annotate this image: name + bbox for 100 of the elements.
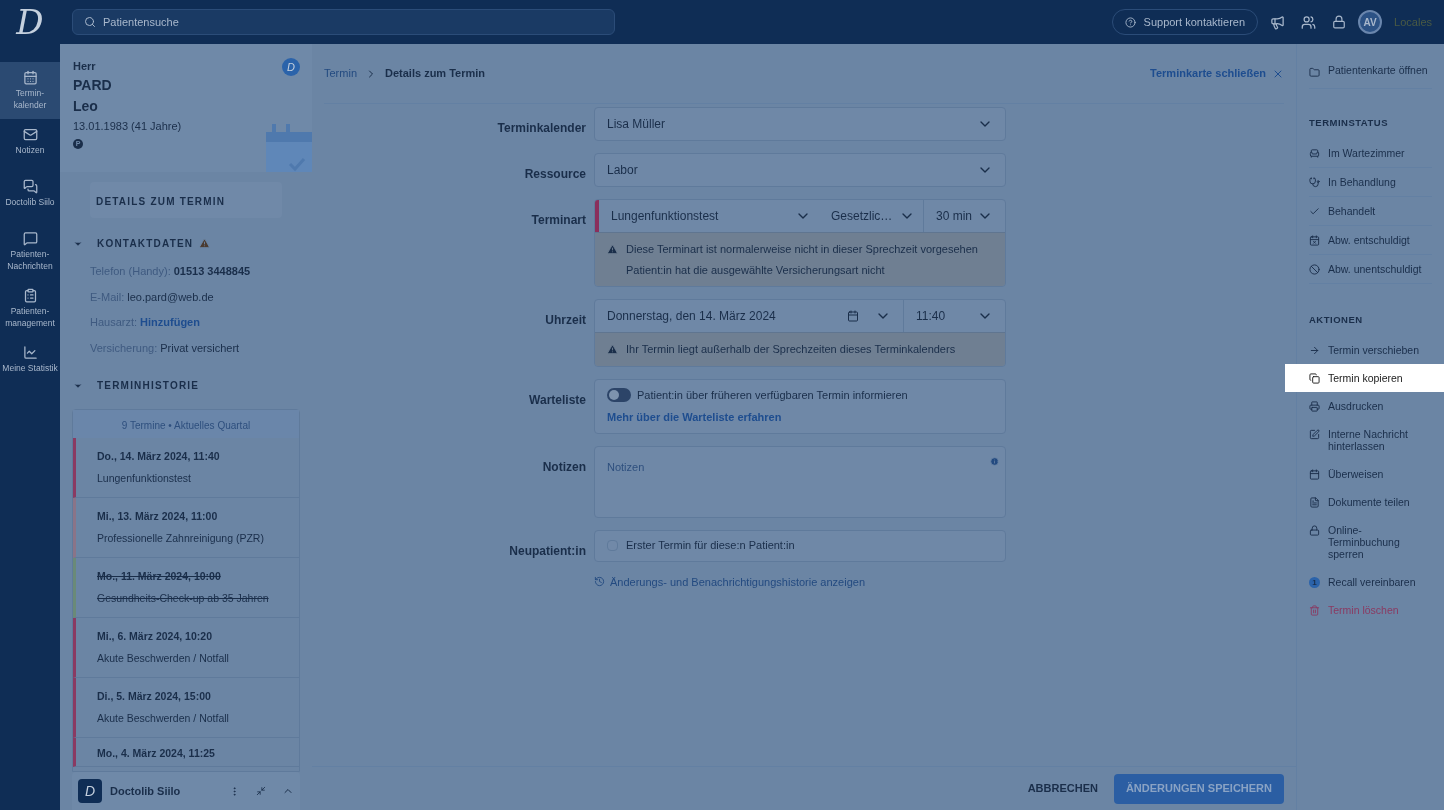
- siilo-bar[interactable]: D Doctolib Siilo: [72, 772, 300, 810]
- contact-value: Privat versichert: [160, 340, 240, 356]
- notes-field[interactable]: Notizen: [595, 446, 1005, 517]
- search-field[interactable]: Patientensuche: [72, 9, 615, 35]
- field-label: Uhrzeit: [545, 313, 586, 327]
- history-link[interactable]: Änderungs- und Benachrichtigungshistorie anzeigen: [594, 573, 865, 590]
- history-entry[interactable]: Mo., 4. März 2024, 11:25: [73, 738, 299, 767]
- info-icon: [990, 456, 999, 466]
- nav-item[interactable]: Patienten- management: [0, 280, 60, 337]
- users-icon[interactable]: [1301, 14, 1317, 30]
- waitlist-text: Patient:in über früheren verfügbaren Termin informieren: [637, 387, 908, 403]
- calendar-icon: [22, 70, 38, 85]
- calendar-icon: [1309, 469, 1320, 480]
- patient-first-name: Leo: [73, 96, 98, 116]
- history-entry[interactable]: Mi., 6. März 2024, 10:20 Akute Beschwerden / Notfall: [73, 618, 299, 678]
- cancel-button[interactable]: ABBRECHEN: [1027, 780, 1098, 797]
- action-item[interactable]: Überweisen: [1297, 460, 1444, 488]
- speech-bubble-icon: [22, 231, 38, 246]
- field-label: Neupatient:in: [509, 543, 586, 558]
- history-entry[interactable]: Mi., 13. März 2024, 11:00 Professionelle Zahnreinigung (PZR): [73, 498, 299, 558]
- patient-salutation: Herr: [73, 59, 96, 74]
- new-patient-text: Erster Termin für diese:n Patient:in: [626, 538, 795, 554]
- line-chart-icon: [22, 345, 38, 360]
- status-action[interactable]: Abw. unentschuldigt: [1309, 255, 1432, 284]
- status-action[interactable]: Abw. entschuldigt: [1309, 226, 1432, 255]
- count-badge: 1: [1309, 577, 1320, 588]
- waitlist-toggle[interactable]: [607, 387, 631, 402]
- history-entry[interactable]: Mo., 11. März 2024, 10:00 Gesundheits-Check-up ab 35 Jahren: [73, 558, 299, 618]
- resource-select[interactable]: Labor: [595, 154, 1005, 186]
- locales-link[interactable]: Locales: [1394, 13, 1432, 31]
- nav-item[interactable]: Doctolib Siilo: [0, 171, 60, 223]
- status-action[interactable]: Im Wartezimmer: [1309, 139, 1432, 168]
- copy-icon: [1309, 373, 1320, 384]
- edit-icon: [1309, 429, 1320, 440]
- appointment-type-select[interactable]: Lungenfunktionstest: [599, 200, 823, 232]
- printer-icon: [1309, 401, 1320, 412]
- minimize-icon[interactable]: [256, 786, 266, 796]
- calendar-icon: [847, 310, 859, 322]
- app-logo: D: [16, 5, 44, 39]
- action-item[interactable]: Ausdrucken: [1297, 392, 1444, 420]
- siilo-logo-icon: D: [78, 779, 102, 803]
- warning-text: Diese Terminart ist normalerweise nicht in dieser Sprechzeit vorgesehen: [626, 242, 978, 257]
- action-item[interactable]: Online-Terminbuchung sperren: [1297, 516, 1444, 568]
- megaphone-icon[interactable]: [1270, 14, 1286, 30]
- warning-icon: [199, 238, 211, 249]
- calendar-x-icon: [1309, 235, 1320, 246]
- close-card-link[interactable]: Terminkarte schließen: [1150, 65, 1284, 82]
- section-title: TERMINSTATUS: [1309, 117, 1388, 128]
- calendar-select[interactable]: Lisa Müller: [595, 108, 1005, 140]
- checkmark-icon: [1309, 206, 1320, 217]
- arrow-right-icon: [1309, 345, 1320, 356]
- action-item[interactable]: Interne Nachricht hinterlassen: [1297, 420, 1444, 460]
- envelope-icon: [22, 127, 38, 142]
- add-link[interactable]: Hinzufügen: [140, 314, 200, 331]
- clipboard-icon: [22, 288, 38, 303]
- field-label: Warteliste: [529, 392, 586, 407]
- insurance-select[interactable]: Gesetzlic…: [823, 200, 923, 232]
- status-action[interactable]: Behandelt: [1309, 197, 1432, 226]
- date-picker[interactable]: Donnerstag, den 14. März 2024: [595, 300, 903, 332]
- user-avatar[interactable]: AV: [1358, 10, 1383, 34]
- history-entry[interactable]: Do., 14. März 2024, 11:40 Lungenfunktionstest: [73, 438, 299, 498]
- history-entry[interactable]: Di., 5. März 2024, 15:00 Akute Beschwerden / Notfall: [73, 678, 299, 738]
- stethoscope-icon: [1309, 177, 1320, 188]
- action-item[interactable]: Dokumente teilen: [1297, 488, 1444, 516]
- section-title: TERMINHISTORIE: [97, 379, 200, 393]
- contact-value: leo.pard@web.de: [127, 289, 214, 305]
- history-icon: [594, 576, 605, 588]
- lock-icon[interactable]: [1332, 15, 1347, 29]
- nav-item[interactable]: Meine Statistik: [0, 337, 60, 389]
- action-item[interactable]: Termin löschen: [1297, 596, 1444, 624]
- breadcrumb-current: Details zum Termin: [385, 66, 486, 82]
- section-title: DETAILS ZUM TERMIN: [96, 196, 226, 207]
- lock-icon: [1309, 525, 1320, 536]
- waitlist-link[interactable]: Mehr über die Warteliste erfahren: [607, 409, 782, 426]
- field-label: Notizen: [542, 459, 586, 474]
- breadcrumb-link[interactable]: Termin: [324, 65, 357, 82]
- open-card-action[interactable]: Patientenkarte öffnen: [1309, 64, 1432, 89]
- nav-item[interactable]: Notizen: [0, 119, 60, 171]
- prohibited-icon: [1309, 264, 1320, 275]
- patient-last-name: PARD: [73, 75, 112, 95]
- armchair-icon: [1309, 148, 1320, 159]
- help-icon: [1124, 16, 1136, 28]
- chat-bubbles-icon: [22, 179, 38, 194]
- trash-icon: [1309, 605, 1320, 616]
- field-label: Terminart: [531, 213, 586, 227]
- save-button[interactable]: ÄNDERUNGEN SPEICHERN: [1113, 773, 1284, 804]
- field-label: Ressource: [524, 167, 586, 181]
- document-icon: [1309, 497, 1320, 508]
- warning-icon: [607, 243, 618, 255]
- search-icon: [84, 16, 96, 28]
- action-item[interactable]: Termin verschieben: [1297, 336, 1444, 364]
- action-item[interactable]: 1 Recall vereinbaren: [1297, 568, 1444, 596]
- folder-icon: [1309, 67, 1320, 78]
- section-title: KONTAKTDATEN: [97, 237, 194, 251]
- warning-text: Patient:in hat die ausgewählte Versicherungsart nicht: [626, 262, 885, 278]
- status-action[interactable]: In Behandlung: [1309, 168, 1432, 197]
- nav-item[interactable]: Termin- kalender: [0, 62, 60, 119]
- nav-item[interactable]: Patienten- Nachrichten: [0, 223, 60, 280]
- action-item[interactable]: Termin kopieren: [1285, 364, 1444, 392]
- birth-date: 13.01.1983 (41 Jahre): [73, 118, 182, 134]
